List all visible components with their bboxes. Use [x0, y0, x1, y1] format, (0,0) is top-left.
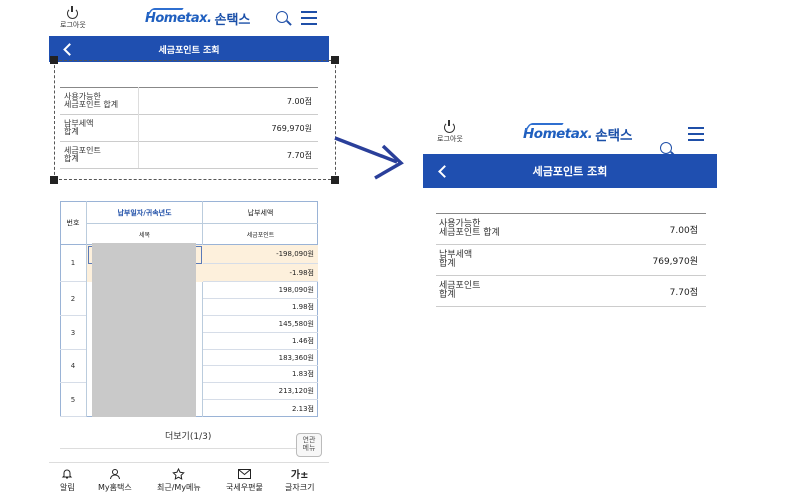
- header-payment-date[interactable]: 납부일자/귀속년도: [87, 202, 202, 223]
- mail-icon: [237, 468, 251, 480]
- bell-icon: [61, 468, 73, 480]
- page-title: 세금포인트 조회: [532, 165, 608, 178]
- summary-label: 사용가능한 세금포인트 합계: [439, 218, 500, 238]
- load-more-button[interactable]: 더보기(1/3): [165, 429, 211, 442]
- header-paid-amount: 납부세액: [247, 208, 274, 217]
- summary-value: 7.70점: [286, 150, 312, 160]
- header-tax-item: 세목: [138, 231, 151, 239]
- paid-amount-cell: 198,090원: [203, 282, 318, 299]
- summary-row: 세금포인트 합계 7.70점: [60, 142, 318, 169]
- header-no: 번호: [66, 219, 80, 227]
- logout-button[interactable]: 로그아웃: [60, 6, 86, 30]
- summary-row: 납부세액 합계 769,970원: [60, 115, 318, 142]
- brand-sontax: 손택스: [214, 13, 251, 28]
- font-size-icon: 가±: [290, 469, 309, 481]
- paid-amount-cell: 145,580원: [203, 316, 318, 333]
- nav-label: 글자크기: [285, 483, 315, 492]
- header-tax-points: 세금포인트: [246, 231, 275, 239]
- nav-label: 국세우편물: [226, 483, 263, 492]
- points-cell: -1.98점: [203, 264, 318, 282]
- page-title-bar: 세금포인트 조회: [49, 36, 329, 62]
- summary-value: 769,970원: [652, 256, 699, 267]
- power-icon: [67, 6, 79, 19]
- row-number: 4: [60, 350, 86, 383]
- bottom-nav-divider: [49, 462, 329, 463]
- summary-row: 사용가능한 세금포인트 합계 7.00점: [60, 88, 318, 115]
- power-icon: [444, 120, 456, 133]
- nav-font-size[interactable]: 가± 글자크기: [285, 466, 314, 493]
- page-title-bar: 세금포인트 조회: [423, 154, 717, 188]
- summary-value: 7.00점: [286, 96, 312, 106]
- person-icon: [109, 468, 121, 480]
- resize-handle-bl[interactable]: [50, 176, 58, 184]
- divider: [60, 448, 318, 449]
- nav-label: 알림: [60, 483, 75, 492]
- logo-roof-icon: [524, 123, 564, 131]
- nav-notifications[interactable]: 알림: [60, 468, 75, 493]
- nav-recent-menu[interactable]: 최근/My메뉴: [157, 468, 201, 493]
- summary-value: 769,970원: [271, 123, 312, 133]
- points-cell: 1.83점: [203, 366, 318, 383]
- paid-amount-cell: 183,360원: [203, 350, 318, 366]
- row-number: 1: [60, 245, 86, 282]
- summary-value: 7.70점: [669, 287, 698, 298]
- points-cell: 1.98점: [203, 299, 318, 316]
- logout-label: 로그아웃: [437, 135, 463, 143]
- nav-label: My홈택스: [98, 483, 132, 492]
- hometax-logo: Hometax. 손택스: [523, 123, 633, 144]
- page-title: 세금포인트 조회: [158, 45, 220, 56]
- row-number: 2: [60, 282, 86, 316]
- star-icon: [172, 468, 186, 480]
- summary-label: 세금포인트 합계: [439, 280, 481, 300]
- brand-sontax: 손택스: [595, 128, 633, 144]
- search-icon[interactable]: [276, 11, 291, 26]
- nav-tax-mail[interactable]: 국세우편물: [226, 468, 263, 493]
- nav-my-hometax[interactable]: My홈택스: [98, 468, 132, 493]
- left-phone-screen: 로그아웃 Hometax. 손택스 세금포인트 조회 사용가능한 세금포인트 합…: [0, 0, 800, 492]
- row-number: 3: [60, 316, 86, 350]
- right-phone-screen: 로그아웃 Hometax. 손택스 세금포인트 조회 사용가능한 세금포인트 합…: [0, 15, 800, 307]
- resize-handle-tr[interactable]: [331, 56, 339, 64]
- hometax-logo: Hometax. 손택스: [145, 8, 251, 28]
- hamburger-menu-icon[interactable]: [301, 11, 317, 25]
- points-summary-table: 사용가능한 세금포인트 합계 7.00점 납부세액 합계 769,970원 세금…: [436, 213, 706, 307]
- nav-label: 최근/My메뉴: [157, 483, 201, 492]
- hamburger-menu-icon[interactable]: [688, 127, 704, 141]
- related-menu-button[interactable]: 연관 메뉴: [296, 433, 322, 457]
- summary-row: 사용가능한 세금포인트 합계 7.00점: [436, 214, 706, 245]
- back-arrow-icon[interactable]: [63, 43, 76, 56]
- points-summary-table: 사용가능한 세금포인트 합계 7.00점 납부세액 합계 769,970원 세금…: [60, 87, 318, 169]
- transition-arrow-icon: [334, 136, 404, 180]
- summary-row: 납부세액 합계 769,970원: [436, 245, 706, 276]
- summary-label: 납부세액 합계: [439, 249, 473, 269]
- row-number: 5: [60, 383, 86, 417]
- summary-label: 납부세액 합계: [64, 118, 94, 136]
- summary-label: 사용가능한 세금포인트 합계: [64, 91, 119, 109]
- summary-value: 7.00점: [669, 225, 698, 236]
- summary-divider: [138, 87, 139, 168]
- paid-amount-cell: 213,120원: [203, 383, 318, 400]
- redacted-block: [92, 243, 196, 417]
- paid-amount-cell: -198,090원: [203, 245, 318, 264]
- summary-label: 세금포인트 합계: [64, 145, 101, 163]
- points-cell: 2.13점: [291, 404, 314, 413]
- summary-row: 세금포인트 합계 7.70점: [436, 276, 706, 307]
- points-cell: 1.46점: [203, 333, 318, 350]
- resize-handle-tl[interactable]: [50, 56, 58, 64]
- logout-button[interactable]: 로그아웃: [437, 120, 463, 144]
- logout-label: 로그아웃: [60, 21, 86, 29]
- logo-roof-icon: [146, 8, 184, 16]
